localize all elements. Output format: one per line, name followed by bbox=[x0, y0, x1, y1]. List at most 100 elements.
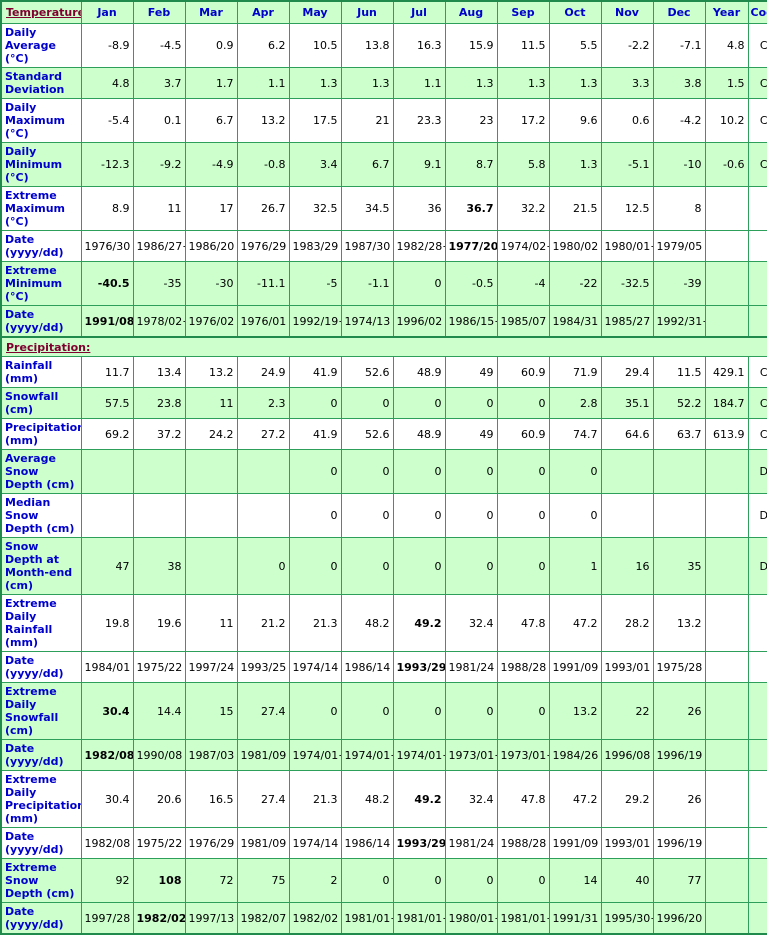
cell-code bbox=[747, 682, 767, 740]
cell-year bbox=[704, 858, 749, 903]
row-label: Date (yyyy/dd) bbox=[0, 305, 82, 338]
cell-code bbox=[747, 261, 767, 306]
cell-month: 64.6 bbox=[600, 418, 654, 450]
cell-month: 27.2 bbox=[236, 418, 290, 450]
cell-month: 1981/01+ bbox=[340, 902, 394, 935]
cell-month: 75 bbox=[236, 858, 290, 903]
cell-month: 24.2 bbox=[184, 418, 238, 450]
cell-month: 26 bbox=[652, 770, 706, 828]
table-row: Median Snow Depth (cm)000000D bbox=[0, 493, 767, 538]
cell-month: 21.5 bbox=[548, 186, 602, 231]
cell-month: 48.9 bbox=[392, 418, 446, 450]
column-header-feb: Feb bbox=[132, 0, 186, 24]
cell-month: 19.8 bbox=[80, 594, 134, 652]
cell-month: 30.4 bbox=[80, 770, 134, 828]
cell-month: 38 bbox=[132, 537, 186, 595]
cell-month: 1984/01 bbox=[80, 651, 134, 683]
cell-month: 1996/08 bbox=[600, 739, 654, 771]
cell-month: 47.8 bbox=[496, 594, 550, 652]
cell-month: 1974/13 bbox=[340, 305, 394, 338]
cell-month: 0 bbox=[496, 858, 550, 903]
column-header-mar: Mar bbox=[184, 0, 238, 24]
cell-month: 1997/24 bbox=[184, 651, 238, 683]
cell-month: 52.6 bbox=[340, 418, 394, 450]
column-header-nov: Nov bbox=[600, 0, 654, 24]
cell-month: 3.7 bbox=[132, 67, 186, 99]
cell-month: 3.3 bbox=[600, 67, 654, 99]
cell-month: -4.9 bbox=[184, 142, 238, 187]
cell-month: 21.3 bbox=[288, 594, 342, 652]
cell-month: 27.4 bbox=[236, 770, 290, 828]
cell-month: 1.1 bbox=[236, 67, 290, 99]
cell-month: 1975/28 bbox=[652, 651, 706, 683]
cell-month: 1975/22 bbox=[132, 651, 186, 683]
cell-month: 47 bbox=[80, 537, 134, 595]
cell-month: 1981/24 bbox=[444, 651, 498, 683]
cell-month: 3.4 bbox=[288, 142, 342, 187]
cell-code: C bbox=[747, 418, 767, 450]
cell-month: 1986/20 bbox=[184, 230, 238, 262]
cell-month: 8.9 bbox=[80, 186, 134, 231]
cell-month: 1982/08 bbox=[80, 739, 134, 771]
table-row: Rainfall (mm) 11.7 13.4 13.2 24.9 41.9 52.6 48.… bbox=[0, 356, 767, 388]
cell-month: 0.9 bbox=[184, 23, 238, 68]
cell-month: 6.7 bbox=[184, 98, 238, 143]
cell-year bbox=[704, 230, 749, 262]
cell-month: 1982/08 bbox=[80, 827, 134, 859]
cell-month: 30.4 bbox=[80, 682, 134, 740]
cell-month: 8 bbox=[652, 186, 706, 231]
cell-month: -0.5 bbox=[444, 261, 498, 306]
cell-month: 11.7 bbox=[80, 356, 134, 388]
cell-month: 17.5 bbox=[288, 98, 342, 143]
cell-code bbox=[747, 770, 767, 828]
cell-month bbox=[184, 537, 238, 595]
cell-month: 17.2 bbox=[496, 98, 550, 143]
row-label: Date (yyyy/dd) bbox=[0, 739, 82, 771]
cell-code bbox=[747, 230, 767, 262]
cell-month: 1996/02 bbox=[392, 305, 446, 338]
cell-month: 23 bbox=[444, 98, 498, 143]
row-label: Daily Minimum (°C) bbox=[0, 142, 82, 187]
table-row: Daily Minimum (°C) -12.3 -9.2 -4.9 -0.8 3.4 6.… bbox=[0, 142, 767, 187]
row-label: Date (yyyy/dd) bbox=[0, 827, 82, 859]
cell-month: 1982/28+ bbox=[392, 230, 446, 262]
cell-month: 1974/01+ bbox=[340, 739, 394, 771]
cell-month: 57.5 bbox=[80, 387, 134, 419]
table-body: Temperature: Jan Feb Mar Apr May Jun Jul… bbox=[0, 0, 767, 935]
cell-month: 15 bbox=[184, 682, 238, 740]
row-label: Snowfall (cm) bbox=[0, 387, 82, 419]
column-header-apr: Apr bbox=[236, 0, 290, 24]
table-row: Date (yyyy/dd) 1982/08 1990/08 1987/03 1981/… bbox=[0, 739, 767, 771]
cell-year bbox=[704, 537, 749, 595]
table-row: Precipitation (mm) 69.2 37.2 24.2 27.2 41.9 52… bbox=[0, 418, 767, 450]
table-row: Date (yyyy/dd) 1984/01 1975/22 1997/24 1993/… bbox=[0, 651, 767, 683]
cell-month: 4.8 bbox=[80, 67, 134, 99]
column-header-code: Code bbox=[747, 0, 767, 24]
cell-year: -0.6 bbox=[704, 142, 749, 187]
cell-month: 1993/01 bbox=[600, 827, 654, 859]
cell-month: 1996/20 bbox=[652, 902, 706, 935]
cell-year bbox=[704, 770, 749, 828]
cell-month: 21 bbox=[340, 98, 394, 143]
cell-month bbox=[80, 449, 134, 494]
cell-month: 41.9 bbox=[288, 356, 342, 388]
cell-month: 1976/01 bbox=[236, 305, 290, 338]
column-header-jul: Jul bbox=[392, 0, 446, 24]
cell-month: 1979/05 bbox=[652, 230, 706, 262]
cell-month: 1983/29 bbox=[288, 230, 342, 262]
table-row: Extreme Daily Rainfall (mm) 19.8 19.6 11 21.… bbox=[0, 594, 767, 652]
cell-code: C bbox=[747, 23, 767, 68]
cell-month: 32.4 bbox=[444, 770, 498, 828]
cell-year bbox=[704, 651, 749, 683]
cell-month: -7.1 bbox=[652, 23, 706, 68]
cell-code: D bbox=[747, 449, 767, 494]
cell-month: 48.2 bbox=[340, 770, 394, 828]
cell-month: 23.8 bbox=[132, 387, 186, 419]
cell-month: 0.6 bbox=[600, 98, 654, 143]
cell-month: 32.5 bbox=[288, 186, 342, 231]
cell-month: 1974/14 bbox=[288, 651, 342, 683]
cell-month: 49.2 bbox=[392, 594, 446, 652]
cell-month: 5.5 bbox=[548, 23, 602, 68]
cell-month: 1.3 bbox=[548, 67, 602, 99]
cell-month: 0 bbox=[288, 449, 342, 494]
